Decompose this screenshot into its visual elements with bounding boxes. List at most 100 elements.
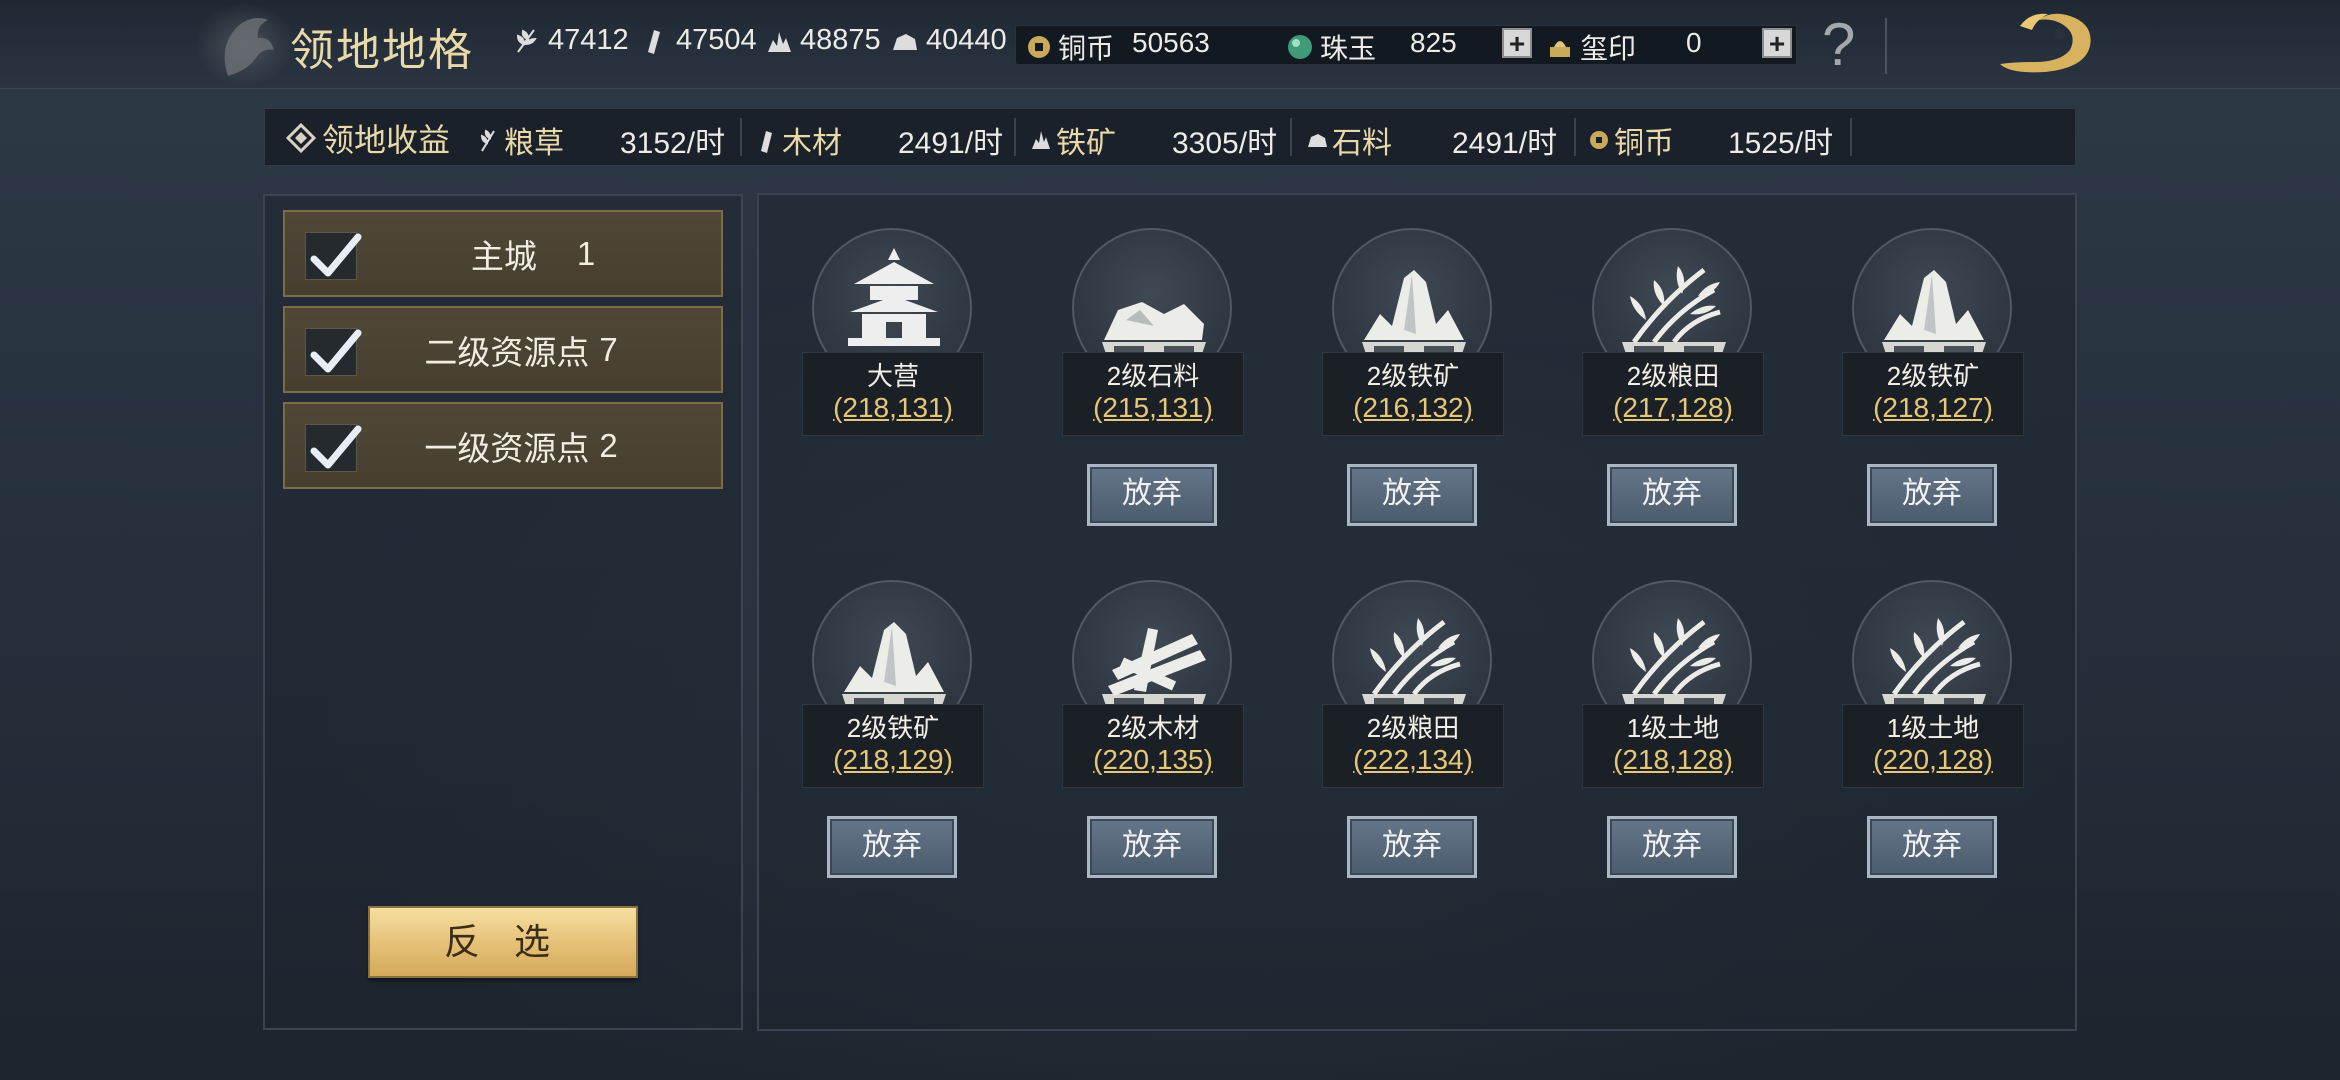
income-iron-value: 3305/时 xyxy=(1172,127,1278,160)
tile-coordinate-link[interactable]: (222,134) xyxy=(1323,743,1503,777)
income-stone-value: 2491/时 xyxy=(1452,127,1558,160)
abandon-button[interactable]: 放弃 xyxy=(1867,464,1997,526)
filter-level1-resources[interactable]: 一级资源点 2 xyxy=(283,402,723,489)
abandon-button[interactable]: 放弃 xyxy=(1607,816,1737,878)
tile-coordinate-link[interactable]: (220,135) xyxy=(1063,743,1243,777)
copper-amount: 50563 xyxy=(1132,27,1210,58)
tile-info-plate: 2级粮田 (217,128) xyxy=(1582,352,1764,436)
tile-name: 1级土地 xyxy=(1886,713,1980,743)
income-copper-label: 铜币 xyxy=(1588,118,1674,162)
tile-name: 2级铁矿 xyxy=(846,713,940,743)
copper-coin-icon xyxy=(1028,36,1050,58)
add-jade-button[interactable]: + xyxy=(1502,28,1532,58)
abandon-button[interactable]: 放弃 xyxy=(1347,816,1477,878)
stone-icon xyxy=(893,33,917,50)
tile-info-plate: 2级铁矿 (218,127) xyxy=(1842,352,2024,436)
income-divider xyxy=(1014,118,1016,156)
filter-count: 2 xyxy=(599,426,618,464)
tile-coordinate-link[interactable]: (218,129) xyxy=(803,743,983,777)
territory-tile[interactable]: 2级石料 (215,131) xyxy=(1052,228,1252,448)
tile-coordinate-link[interactable]: (218,131) xyxy=(803,391,983,425)
page-title: 领地地格 xyxy=(290,26,474,75)
filter-level2-resources[interactable]: 二级资源点 7 xyxy=(283,306,723,393)
tile-name: 2级木材 xyxy=(1106,713,1200,743)
filter-label: 一级资源点 xyxy=(424,429,590,467)
wood-icon xyxy=(648,29,660,54)
tile-coordinate-link[interactable]: (218,127) xyxy=(1843,391,2023,425)
jade-icon xyxy=(1288,35,1312,59)
territory-tile[interactable]: 大营 (218,131) xyxy=(792,228,992,448)
tile-name: 1级土地 xyxy=(1626,713,1720,743)
tile-coordinate-link[interactable]: (218,128) xyxy=(1583,743,1763,777)
invert-selection-button[interactable]: 反 选 xyxy=(368,906,638,978)
diamond-icon xyxy=(286,123,316,153)
seal-icon xyxy=(1550,41,1570,57)
income-divider xyxy=(1574,118,1576,156)
abandon-button[interactable]: 放弃 xyxy=(1867,816,1997,878)
income-iron-label: 铁矿 xyxy=(1030,118,1116,162)
stone-resource: 40440 xyxy=(890,24,1007,57)
tile-info-plate: 1级土地 (218,128) xyxy=(1582,704,1764,788)
tile-name: 大营 xyxy=(866,361,919,391)
tile-info-plate: 大营 (218,131) xyxy=(802,352,984,436)
dragon-crest-icon xyxy=(190,0,300,88)
territory-tile[interactable]: 2级铁矿 (218,129) xyxy=(792,580,992,800)
income-grain-label: 粮草 xyxy=(478,118,564,162)
jade-label: 珠玉 xyxy=(1286,27,1376,67)
filter-main-city[interactable]: 主城 1 xyxy=(283,210,723,297)
income-grain-value: 3152/时 xyxy=(620,127,726,160)
filter-label: 主城 xyxy=(470,237,537,275)
tile-name: 2级铁矿 xyxy=(1366,361,1460,391)
tile-coordinate-link[interactable]: (216,132) xyxy=(1323,391,1503,425)
tile-name: 2级石料 xyxy=(1106,361,1200,391)
abandon-button[interactable]: 放弃 xyxy=(827,816,957,878)
abandon-button[interactable]: 放弃 xyxy=(1087,464,1217,526)
income-wood-value: 2491/时 xyxy=(898,127,1004,160)
territory-tile[interactable]: 2级铁矿 (218,127) xyxy=(1832,228,2032,448)
tile-info-plate: 2级木材 (220,135) xyxy=(1062,704,1244,788)
income-divider xyxy=(740,118,742,156)
abandon-button[interactable]: 放弃 xyxy=(1347,464,1477,526)
wood-resource: 47504 xyxy=(640,24,757,57)
tile-name: 2级铁矿 xyxy=(1886,361,1980,391)
territory-tile[interactable]: 2级铁矿 (216,132) xyxy=(1312,228,1512,448)
iron-amount: 48875 xyxy=(800,24,881,56)
help-button[interactable]: ? xyxy=(1822,10,1855,79)
income-copper-value: 1525/时 xyxy=(1728,127,1834,160)
tile-info-plate: 1级土地 (220,128) xyxy=(1842,704,2024,788)
income-divider xyxy=(1850,118,1852,156)
copper-coin-icon xyxy=(1590,131,1608,149)
tile-info-plate: 2级铁矿 (218,129) xyxy=(802,704,984,788)
tile-name: 2级粮田 xyxy=(1626,361,1720,391)
territory-tile[interactable]: 2级木材 (220,135) xyxy=(1052,580,1252,800)
tile-info-plate: 2级铁矿 (216,132) xyxy=(1322,352,1504,436)
tile-info-plate: 2级粮田 (222,134) xyxy=(1322,704,1504,788)
grain-icon xyxy=(480,129,495,152)
tile-coordinate-link[interactable]: (215,131) xyxy=(1063,391,1243,425)
grain-icon xyxy=(516,28,537,53)
grain-resource: 47412 xyxy=(512,24,629,57)
iron-resource: 48875 xyxy=(764,24,881,57)
seal-amount: 0 xyxy=(1686,27,1702,58)
wood-icon xyxy=(761,131,772,153)
add-seal-button[interactable]: + xyxy=(1762,28,1792,58)
territory-tile[interactable]: 2级粮田 (217,128) xyxy=(1572,228,1772,448)
copper-label: 铜币 xyxy=(1026,27,1114,67)
territory-tile[interactable]: 1级土地 (218,128) xyxy=(1572,580,1772,800)
top-divider xyxy=(1885,18,1887,74)
seal-label: 玺印 xyxy=(1546,27,1636,67)
stone-amount: 40440 xyxy=(926,24,1007,56)
tile-info-plate: 2级石料 (215,131) xyxy=(1062,352,1244,436)
stone-icon xyxy=(1308,134,1327,147)
income-wood-label: 木材 xyxy=(756,118,842,162)
territory-tile[interactable]: 2级粮田 (222,134) xyxy=(1312,580,1512,800)
tile-coordinate-link[interactable]: (217,128) xyxy=(1583,391,1763,425)
abandon-button[interactable]: 放弃 xyxy=(1087,816,1217,878)
tile-coordinate-link[interactable]: (220,128) xyxy=(1843,743,2023,777)
iron-icon xyxy=(768,31,791,52)
jade-amount: 825 xyxy=(1410,27,1457,58)
grain-amount: 47412 xyxy=(548,24,629,56)
abandon-button[interactable]: 放弃 xyxy=(1607,464,1737,526)
dragon-logo-icon[interactable] xyxy=(1990,4,2100,89)
territory-tile[interactable]: 1级土地 (220,128) xyxy=(1832,580,2032,800)
